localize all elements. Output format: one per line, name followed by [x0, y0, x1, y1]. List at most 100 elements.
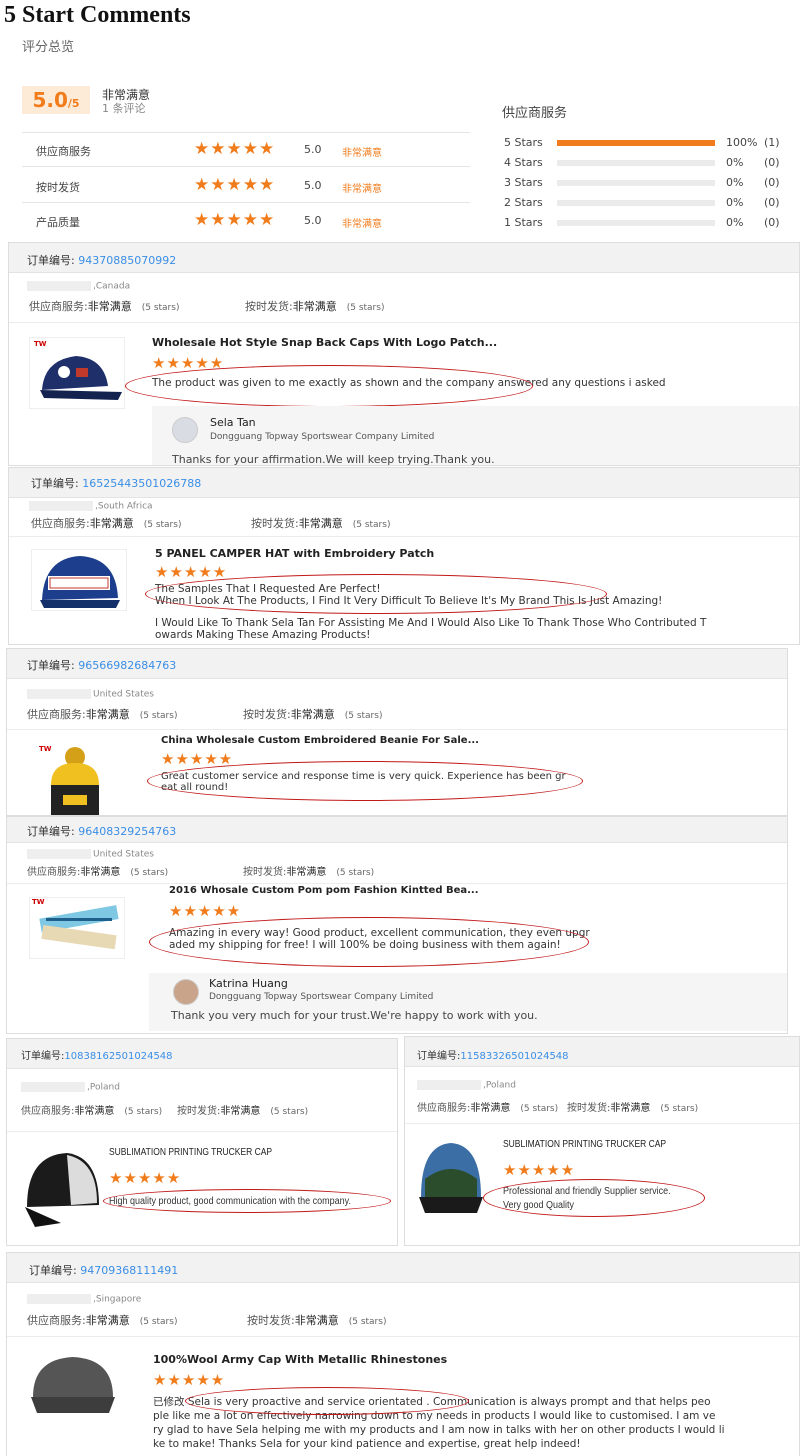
product-stars: ★★★★★: [503, 1161, 576, 1179]
comment-line: owards Making These Amazing Products!: [155, 629, 371, 641]
histogram-count: (0): [764, 156, 780, 169]
detail-text-delivery: 非常满意: [342, 184, 382, 195]
comment-line: ke to make! Thanks Sela for your kind pa…: [153, 1438, 581, 1450]
service-rating-value: 非常满意: [89, 517, 134, 530]
order-label: 订单编号:: [27, 825, 75, 838]
comment-line: I Would Like To Thank Sela Tan For Assis…: [155, 617, 707, 629]
buyer-country: ,Poland: [417, 1080, 516, 1091]
service-rating: 供应商服务:非常满意 (5 stars): [31, 515, 181, 531]
review-card: 订单编号: 96566982684763 United States 供应商服务…: [6, 648, 788, 816]
detail-label-service: 供应商服务: [36, 145, 91, 158]
divider: [22, 132, 470, 133]
supplier-reply: Katrina Huang Dongguang Topway Sportswea…: [149, 973, 787, 1031]
reply-text: Thank you very much for your trust.We're…: [171, 1009, 538, 1022]
order-number: 订单编号: 96566982684763: [27, 657, 176, 673]
order-label: 订单编号:: [27, 659, 75, 672]
buyer-country: ,South Africa: [29, 501, 153, 512]
buyer-country: ,Singapore: [27, 1294, 141, 1305]
delivery-rating-label: 按时发货:: [567, 1103, 611, 1114]
delivery-rating: 按时发货:非常满意 (5 stars): [177, 1102, 308, 1117]
delivery-rating-label: 按时发货:: [251, 517, 299, 530]
product-thumbnail[interactable]: TW: [29, 337, 125, 409]
product-name[interactable]: 5 PANEL CAMPER HAT with Embroidery Patch: [155, 547, 434, 560]
histogram-label: 5 Stars: [504, 136, 543, 149]
avatar: [173, 979, 199, 1005]
service-rating: 供应商服务:非常满意 (5 stars): [27, 706, 177, 722]
service-rating-value: 非常满意: [85, 1314, 130, 1327]
blurred-name: [21, 1082, 85, 1092]
service-rating-label: 供应商服务:: [31, 517, 90, 530]
product-name[interactable]: Wholesale Hot Style Snap Back Caps With …: [152, 336, 497, 349]
delivery-rating: 按时发货:非常满意 (5 stars): [247, 1312, 386, 1328]
histogram-count: (1): [764, 136, 780, 149]
detail-stars-service: ★★★★★: [194, 139, 276, 159]
product-name[interactable]: 100%Wool Army Cap With Metallic Rhinesto…: [153, 1353, 447, 1366]
order-number: 订单编号:11583326501024548: [417, 1047, 569, 1062]
service-rating-value: 非常满意: [74, 1106, 115, 1117]
order-link[interactable]: 94709368111491: [80, 1264, 178, 1277]
reply-company: Dongguang Topway Sportswear Company Limi…: [209, 992, 434, 1002]
blurred-name: [27, 281, 91, 291]
service-rating-label: 供应商服务:: [417, 1103, 471, 1114]
detail-stars-quality: ★★★★★: [194, 210, 276, 230]
avatar: [172, 417, 198, 443]
service-rating-value: 非常满意: [470, 1103, 511, 1114]
delivery-rating: 按时发货:非常满意 (5 stars): [245, 298, 384, 314]
histogram-label: 2 Stars: [504, 196, 543, 209]
product-thumbnail[interactable]: [27, 1353, 119, 1427]
order-link[interactable]: 94370885070992: [78, 254, 176, 267]
overall-score: 5.0/5: [22, 86, 90, 114]
product-thumbnail[interactable]: [31, 549, 127, 611]
order-link[interactable]: 96566982684763: [78, 659, 176, 672]
review-card: 订单编号: 96408329254763 United States 供应商服务…: [6, 816, 788, 1034]
country-label: ,Singapore: [93, 1294, 142, 1305]
detail-stars-delivery: ★★★★★: [194, 175, 276, 195]
histogram-count: (0): [764, 216, 780, 229]
review-card: 订单编号: 94709368111491 ,Singapore 供应商服务:非常…: [6, 1252, 800, 1456]
delivery-rating-value: 非常满意: [286, 867, 327, 878]
order-link[interactable]: 96408329254763: [78, 825, 176, 838]
highlight-oval: [483, 1179, 705, 1217]
score-value: 5.0: [32, 88, 68, 112]
printed-trucker-cap-image: [419, 1143, 483, 1213]
product-thumbnail[interactable]: [21, 1147, 101, 1233]
product-thumbnail[interactable]: TW: [29, 897, 125, 959]
histogram-bar: [557, 200, 715, 206]
order-link[interactable]: 10838162501024548: [64, 1051, 172, 1062]
buyer-country: United States: [27, 689, 154, 700]
order-link[interactable]: 11583326501024548: [460, 1051, 568, 1062]
delivery-rating-stars: (5 stars): [660, 1104, 699, 1114]
histogram-count: (0): [764, 196, 780, 209]
delivery-rating-label: 按时发货:: [245, 300, 293, 313]
service-rating: 供应商服务:非常满意 (5 stars): [29, 298, 179, 314]
product-name[interactable]: SUBLIMATION PRINTING TRUCKER CAP: [109, 1147, 272, 1158]
buyer-country: United States: [27, 849, 154, 860]
service-rating-label: 供应商服务:: [27, 867, 81, 878]
product-name[interactable]: 2016 Whosale Custom Pom pom Fashion Kint…: [169, 885, 479, 896]
histogram-label: 3 Stars: [504, 176, 543, 189]
service-rating-label: 供应商服务:: [21, 1106, 75, 1117]
detail-text-service: 非常满意: [342, 148, 382, 159]
histogram-percent: 0%: [726, 216, 744, 229]
service-rating-value: 非常满意: [80, 867, 121, 878]
divider: [7, 729, 787, 730]
service-histogram-title: 供应商服务: [502, 106, 568, 121]
delivery-rating-stars: (5 stars): [352, 520, 391, 530]
product-thumbnail[interactable]: TW: [37, 745, 107, 815]
service-rating-stars: (5 stars): [139, 711, 178, 721]
service-rating-stars: (5 stars): [130, 868, 169, 878]
divider: [22, 202, 470, 203]
delivery-rating-value: 非常满意: [610, 1103, 651, 1114]
service-rating-value: 非常满意: [87, 300, 132, 313]
product-name[interactable]: SUBLIMATION PRINTING TRUCKER CAP: [503, 1139, 666, 1150]
order-link[interactable]: 16525443501026788: [82, 477, 201, 490]
order-number: 订单编号: 94709368111491: [29, 1262, 178, 1278]
blurred-name: [27, 1294, 91, 1304]
product-thumbnail[interactable]: [417, 1139, 485, 1221]
histogram-bar: [557, 180, 715, 186]
reply-name: Sela Tan: [210, 416, 256, 429]
product-name[interactable]: China Wholesale Custom Embroidered Beani…: [161, 735, 479, 746]
histogram-bar: [557, 160, 715, 166]
review-card: 订单编号: 94370885070992 ,Canada 供应商服务:非常满意(…: [8, 242, 800, 466]
country-label: ,Poland: [483, 1080, 516, 1091]
